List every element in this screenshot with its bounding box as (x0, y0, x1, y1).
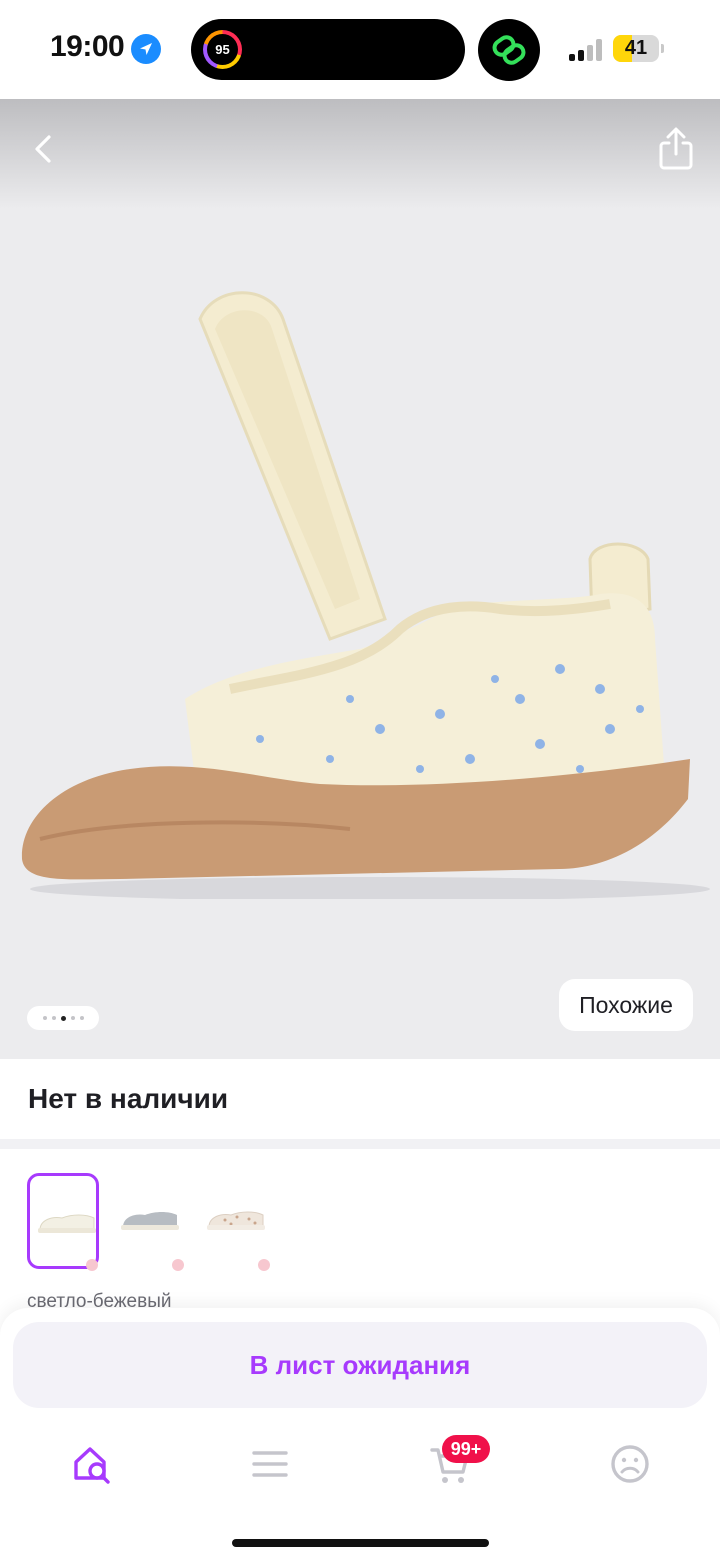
cart-badge: 99+ (442, 1435, 490, 1463)
pagination-dot (79, 1016, 84, 1020)
product-image (21, 291, 710, 899)
back-chevron-icon (35, 135, 51, 163)
variant-shoe-image (121, 1212, 179, 1230)
home-indicator (232, 1539, 489, 1547)
battery-level: 41 (624, 37, 648, 59)
pagination-dot (60, 1015, 66, 1021)
stock-status: Нет в наличии (28, 1083, 229, 1114)
variant-shoe-image (207, 1211, 265, 1230)
section-divider (0, 1139, 720, 1149)
location-arrow-icon (131, 34, 161, 64)
favorite-marker-icon (172, 1259, 184, 1271)
favorite-marker-icon (258, 1259, 270, 1271)
pagination-dot (51, 1016, 56, 1020)
battery-icon: 41 (613, 35, 659, 62)
home-search-icon (74, 1447, 110, 1484)
profile-icon (611, 1445, 649, 1483)
product-gallery[interactable]: Похожие (0, 99, 720, 1059)
pagination-dot (70, 1016, 75, 1020)
signal-icon (569, 37, 605, 61)
gallery-shade (0, 99, 720, 209)
share-button[interactable] (654, 125, 698, 173)
tab-profile[interactable] (608, 1442, 652, 1486)
tab-home-search[interactable] (70, 1442, 114, 1486)
back-button[interactable] (24, 129, 64, 169)
gallery-pagination (27, 1006, 99, 1030)
link-app-icon (478, 19, 540, 81)
bottom-sheet: В лист ожидания (0, 1308, 720, 1561)
variant-shoe-image (38, 1214, 96, 1233)
status-bar: 19:00 95 41 (0, 0, 720, 99)
pagination-dot (42, 1016, 47, 1020)
status-time: 19:00 (50, 30, 125, 63)
favorite-marker-icon (86, 1259, 98, 1271)
variant-thumb[interactable] (27, 1173, 99, 1269)
battery-tip (661, 44, 664, 53)
activity-ring-icon: 95 (203, 30, 242, 69)
menu-icon (252, 1451, 288, 1477)
share-icon (659, 127, 693, 170)
activity-value: 95 (207, 34, 238, 65)
variant-thumb[interactable] (113, 1173, 185, 1269)
stock-card: Нет в наличии (0, 1059, 720, 1139)
variant-thumb[interactable] (199, 1173, 271, 1269)
dynamic-island: 95 (191, 19, 465, 80)
tab-catalog[interactable] (248, 1442, 292, 1486)
waitlist-button[interactable]: В лист ожидания (13, 1322, 707, 1408)
similar-button[interactable]: Похожие (559, 979, 693, 1031)
